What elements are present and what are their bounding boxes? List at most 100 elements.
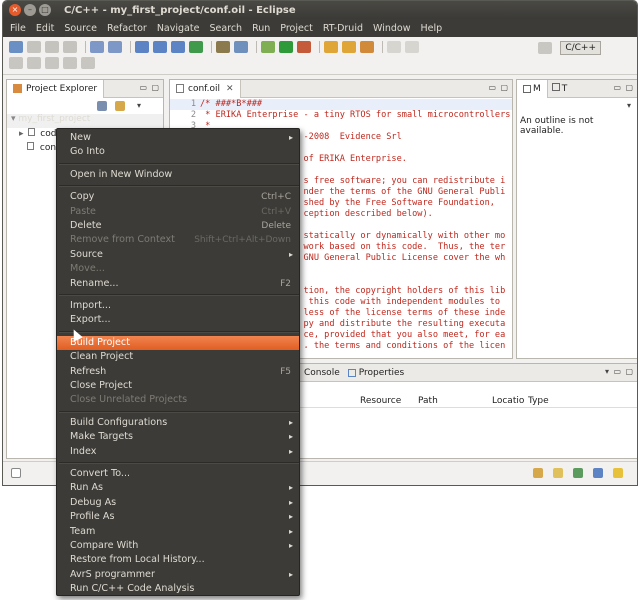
tree-item-project[interactable]: ▾ my_first_project [7, 114, 163, 128]
menu-item-restore-from-local-history[interactable]: Restore from Local History... [57, 553, 299, 567]
menu-item-rename[interactable]: Rename... F2 [57, 277, 299, 291]
save-icon[interactable] [27, 41, 41, 53]
menu-search[interactable]: Search [204, 23, 247, 34]
column-resource[interactable]: Resource [360, 396, 401, 406]
team-icon[interactable] [593, 468, 603, 478]
close-icon[interactable]: ✕ [226, 84, 234, 94]
minimize-icon[interactable]: – [24, 4, 36, 16]
menu-item-debug-as[interactable]: Debug As ▸ [57, 496, 299, 510]
menu-navigate[interactable]: Navigate [152, 23, 205, 34]
menu-item-close-project[interactable]: Close Project [57, 379, 299, 393]
new-icon[interactable] [9, 41, 23, 53]
image-icon[interactable] [573, 468, 583, 478]
menu-item-profile-as[interactable]: Profile As ▸ [57, 510, 299, 524]
tab-make-targets[interactable]: T [548, 83, 572, 94]
hammer-icon[interactable] [216, 41, 230, 53]
star-icon[interactable] [613, 468, 623, 478]
minimize-icon[interactable]: ▭ [613, 83, 621, 92]
column-path[interactable]: Path [418, 396, 438, 406]
menu-item-new[interactable]: New ▸ [57, 131, 299, 145]
fast-view-icon[interactable] [11, 468, 21, 478]
new-cpp-project-icon[interactable] [135, 41, 149, 53]
menu-item-export[interactable]: Export... [57, 313, 299, 327]
menu-item-source[interactable]: Source ▸ [57, 248, 299, 262]
new-source-file-icon[interactable] [171, 41, 185, 53]
menu-item-build-configurations[interactable]: Build Configurations ▸ [57, 416, 299, 430]
perspective-cpp-button[interactable]: C/C++ [560, 41, 601, 55]
chevron-down-icon[interactable]: ▾ [605, 367, 609, 376]
forward-icon[interactable] [81, 57, 95, 69]
menu-item-label: Profile As [70, 511, 115, 523]
open-type-icon[interactable] [342, 41, 356, 53]
collapse-icon[interactable]: ▸ [19, 129, 24, 139]
menu-item-run-as[interactable]: Run As ▸ [57, 481, 299, 495]
open-perspective-icon[interactable] [538, 42, 553, 54]
debug-icon[interactable] [261, 41, 275, 53]
tab-conf-oil[interactable]: conf.oil ✕ [170, 79, 241, 98]
tab-project-explorer[interactable]: Project Explorer [7, 79, 105, 98]
menu-rt-druid[interactable]: RT-Druid [318, 23, 368, 34]
menu-window[interactable]: Window [368, 23, 415, 34]
menu-help[interactable]: Help [415, 23, 447, 34]
menu-item-import[interactable]: Import... [57, 299, 299, 313]
maximize-icon[interactable]: ▢ [151, 83, 159, 92]
run-icon[interactable] [279, 41, 293, 53]
menu-project[interactable]: Project [275, 23, 318, 34]
search-icon[interactable] [234, 41, 248, 53]
menu-item-refresh[interactable]: Refresh F5 [57, 365, 299, 379]
menu-item-copy[interactable]: Copy Ctrl+C [57, 190, 299, 204]
menu-item-team[interactable]: Team ▸ [57, 525, 299, 539]
minimize-icon[interactable]: ▭ [488, 83, 496, 92]
save-all-icon[interactable] [45, 41, 59, 53]
menu-item-avrs-programmer[interactable]: AvrS programmer ▸ [57, 568, 299, 582]
menu-item-index[interactable]: Index ▸ [57, 445, 299, 459]
code-text: * ERIKA Enterprise - a tiny RTOS for sma… [200, 110, 511, 120]
minimize-icon[interactable]: ▭ [613, 367, 621, 376]
back-icon[interactable] [63, 57, 77, 69]
status-icon[interactable] [533, 468, 543, 478]
menu-item-go-into[interactable]: Go Into [57, 145, 299, 159]
menu-refactor[interactable]: Refactor [102, 23, 152, 34]
build-all-icon[interactable] [108, 41, 122, 53]
maximize-icon[interactable]: ▢ [625, 83, 633, 92]
build-icon[interactable] [90, 41, 104, 53]
chevron-down-icon[interactable]: ▾ [137, 101, 141, 110]
link-editor-icon[interactable] [115, 101, 125, 111]
menu-item-open-in-new-window[interactable]: Open in New Window [57, 168, 299, 182]
external-tools-icon[interactable] [297, 41, 311, 53]
last-edit-icon[interactable] [45, 57, 59, 69]
maximize-icon[interactable]: □ [39, 4, 51, 16]
column-type[interactable]: Type [528, 396, 549, 406]
collapse-all-icon[interactable] [97, 101, 107, 111]
menu-file[interactable]: File [5, 23, 31, 34]
menu-item-build-project[interactable]: Build Project [57, 335, 299, 350]
new-class-icon[interactable] [189, 41, 203, 53]
next-annotation-icon[interactable] [9, 57, 23, 69]
menu-run[interactable]: Run [247, 23, 275, 34]
tab-outline[interactable]: M [517, 79, 548, 98]
expand-icon[interactable]: ▾ [11, 114, 16, 124]
maximize-icon[interactable]: ▢ [500, 83, 508, 92]
toggle-block-icon[interactable] [405, 41, 419, 53]
menu-item-delete[interactable]: Delete Delete [57, 219, 299, 233]
tab-properties[interactable]: Properties [340, 368, 404, 378]
minimize-icon[interactable]: ▭ [139, 83, 147, 92]
menu-item-compare-with[interactable]: Compare With ▸ [57, 539, 299, 553]
prev-annotation-icon[interactable] [27, 57, 41, 69]
menu-item-make-targets[interactable]: Make Targets ▸ [57, 430, 299, 444]
menu-edit[interactable]: Edit [31, 23, 59, 34]
menu-item-run-c-c-code-analysis[interactable]: Run C/C++ Code Analysis [57, 582, 299, 596]
menu-item-convert-to[interactable]: Convert To... [57, 467, 299, 481]
menu-item-clean-project[interactable]: Clean Project [57, 350, 299, 364]
maximize-icon[interactable]: ▢ [625, 367, 633, 376]
new-source-folder-icon[interactable] [153, 41, 167, 53]
print-icon[interactable] [63, 41, 77, 53]
column-location[interactable]: Locatio [492, 396, 524, 406]
task-icon[interactable] [360, 41, 374, 53]
open-folder-icon[interactable] [324, 41, 338, 53]
bulb-icon[interactable] [553, 468, 563, 478]
close-icon[interactable]: × [9, 4, 21, 16]
chevron-down-icon[interactable]: ▾ [627, 101, 631, 110]
menu-source[interactable]: Source [59, 23, 102, 34]
toggle-mark-icon[interactable] [387, 41, 401, 53]
